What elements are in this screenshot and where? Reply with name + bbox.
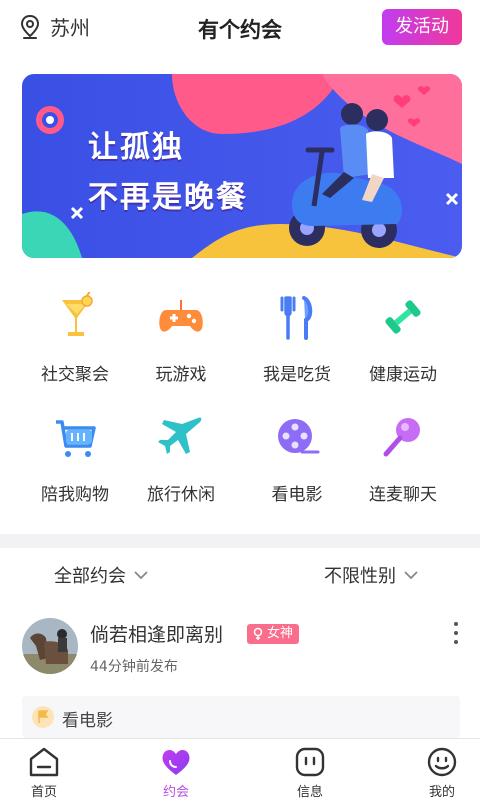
fork-knife-icon [280, 296, 313, 340]
category-social-party[interactable]: 社交聚会 [20, 290, 130, 385]
tab-label: 首页 [30, 785, 57, 800]
home-icon [29, 747, 59, 777]
more-options-icon[interactable] [454, 622, 460, 649]
cocktail-icon [62, 290, 93, 336]
category-label: 我是吃货 [263, 365, 331, 385]
category-travel[interactable]: 旅行休闲 [126, 412, 236, 505]
chevron-down-icon [134, 570, 148, 579]
banner-illustration [22, 74, 462, 258]
heart-icon [162, 749, 190, 775]
tab-label: 信息 [296, 785, 323, 800]
film-reel-icon [278, 419, 320, 454]
app-header: 苏州 有个约会 发活动 [0, 0, 480, 56]
category-label: 陪我购物 [41, 485, 109, 505]
category-label: 玩游戏 [155, 365, 207, 385]
category-foodie[interactable]: 我是吃货 [242, 292, 352, 385]
tab-dating[interactable]: 约会 [136, 745, 216, 800]
activity-label: 看电影 [62, 711, 113, 731]
gender-filter-label: 不限性别 [324, 566, 396, 587]
poster-name[interactable]: 倘若相逢即离别 [90, 620, 223, 647]
dumbbell-icon [385, 300, 421, 334]
category-label: 健康运动 [369, 365, 437, 385]
female-icon [253, 627, 263, 640]
goddess-badge: 女神 [247, 624, 300, 644]
message-icon [295, 747, 325, 777]
category-voice-chat[interactable]: 连麦聊天 [348, 412, 458, 505]
avatar[interactable] [22, 618, 78, 674]
date-type-filter-label: 全部约会 [54, 566, 126, 587]
post-activity-button[interactable]: 发活动 [382, 9, 462, 45]
tab-profile[interactable]: 我的 [402, 745, 480, 800]
smiley-icon [427, 747, 457, 777]
date-post-card[interactable]: 倘若相逢即离别 女神 44分钟前发布 看电影 [0, 602, 480, 738]
gender-filter[interactable]: 不限性别 [324, 562, 418, 588]
badge-label: 女神 [267, 626, 294, 641]
flag-icon [32, 706, 54, 728]
promo-banner[interactable]: 让孤独 不再是晚餐 [22, 74, 462, 258]
chevron-down-icon [404, 570, 418, 579]
date-type-filter[interactable]: 全部约会 [54, 562, 148, 588]
category-label: 社交聚会 [41, 365, 109, 385]
bottom-nav: 首页 约会 信息 我的 [0, 738, 480, 800]
post-time: 44分钟前发布 [90, 659, 178, 675]
category-label: 旅行休闲 [147, 485, 215, 505]
tab-label: 约会 [162, 785, 189, 800]
tab-messages[interactable]: 信息 [270, 745, 350, 800]
category-games[interactable]: 玩游戏 [126, 292, 236, 385]
category-shopping[interactable]: 陪我购物 [20, 412, 130, 505]
tab-label: 我的 [428, 785, 455, 800]
category-movie[interactable]: 看电影 [242, 412, 352, 505]
microphone-icon [383, 418, 420, 457]
filter-bar: 全部约会 不限性别 [0, 548, 480, 602]
activity-tag: 看电影 [22, 696, 460, 738]
category-fitness[interactable]: 健康运动 [348, 292, 458, 385]
tab-home[interactable]: 首页 [4, 745, 84, 800]
banner-headline-2: 不再是晚餐 [88, 180, 248, 215]
shopping-cart-icon [56, 420, 96, 457]
category-label: 看电影 [271, 485, 323, 505]
gamepad-icon [159, 300, 203, 332]
banner-headline-1: 让孤独 [88, 130, 184, 165]
category-label: 连麦聊天 [369, 485, 437, 505]
airplane-icon [158, 417, 202, 454]
